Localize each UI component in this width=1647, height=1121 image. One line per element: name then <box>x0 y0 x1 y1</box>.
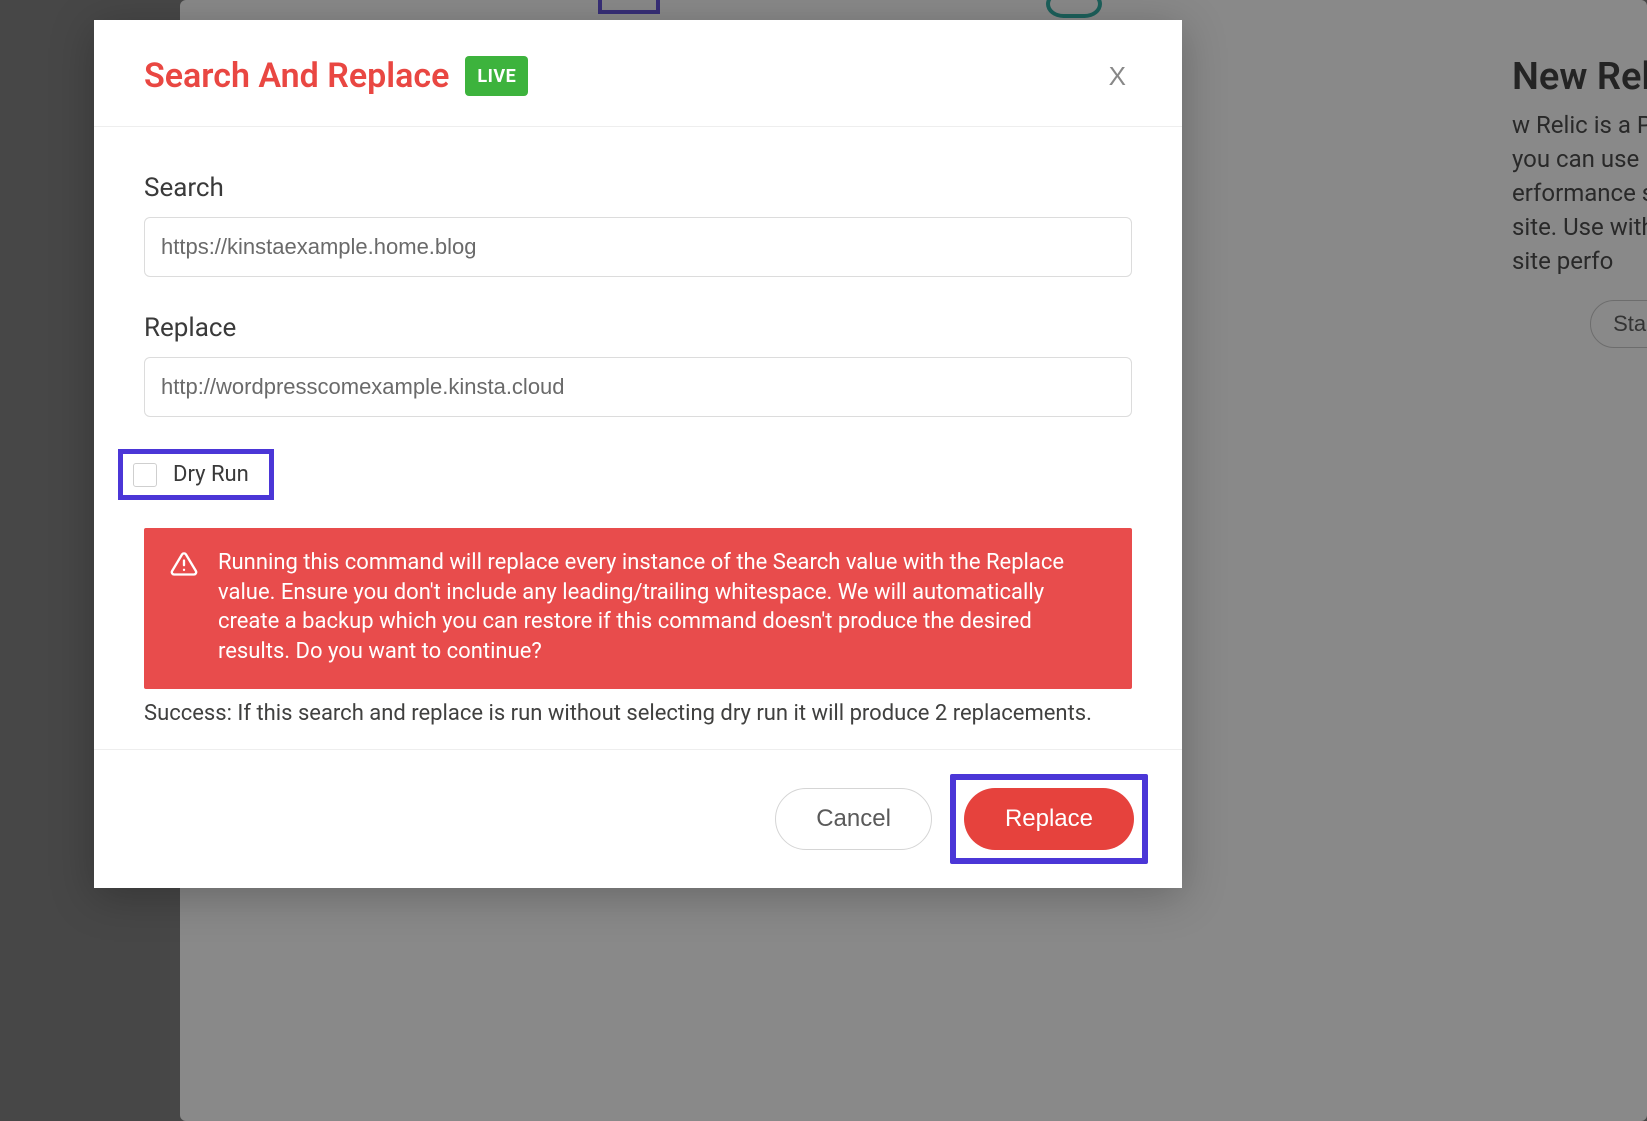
replace-label: Replace <box>144 313 1132 343</box>
search-label: Search <box>144 173 1132 203</box>
warning-text: Running this command will replace every … <box>218 548 1102 667</box>
dry-run-label: Dry Run <box>173 462 249 487</box>
replace-input[interactable] <box>144 357 1132 417</box>
close-icon[interactable]: X <box>1103 57 1132 95</box>
modal-header: Search And Replace LIVE X <box>94 20 1182 127</box>
replace-field-group: Replace <box>144 313 1132 417</box>
search-input[interactable] <box>144 217 1132 277</box>
search-field-group: Search <box>144 173 1132 277</box>
success-result-text: Success: If this search and replace is r… <box>144 701 1132 726</box>
replace-button[interactable]: Replace <box>964 788 1134 850</box>
dry-run-option[interactable]: Dry Run <box>118 449 274 500</box>
warning-banner: Running this command will replace every … <box>144 528 1132 689</box>
modal-header-left: Search And Replace LIVE <box>144 56 528 96</box>
cancel-button[interactable]: Cancel <box>775 788 932 850</box>
replace-button-highlight: Replace <box>950 774 1148 864</box>
environment-badge: LIVE <box>465 56 528 96</box>
search-replace-modal: Search And Replace LIVE X Search Replace… <box>94 20 1182 888</box>
modal-body: Search Replace Dry Run Running this comm… <box>94 127 1182 749</box>
modal-footer: Cancel Replace <box>94 749 1182 888</box>
modal-title: Search And Replace <box>144 56 449 96</box>
dry-run-checkbox[interactable] <box>133 463 157 487</box>
warning-triangle-icon <box>170 550 198 582</box>
